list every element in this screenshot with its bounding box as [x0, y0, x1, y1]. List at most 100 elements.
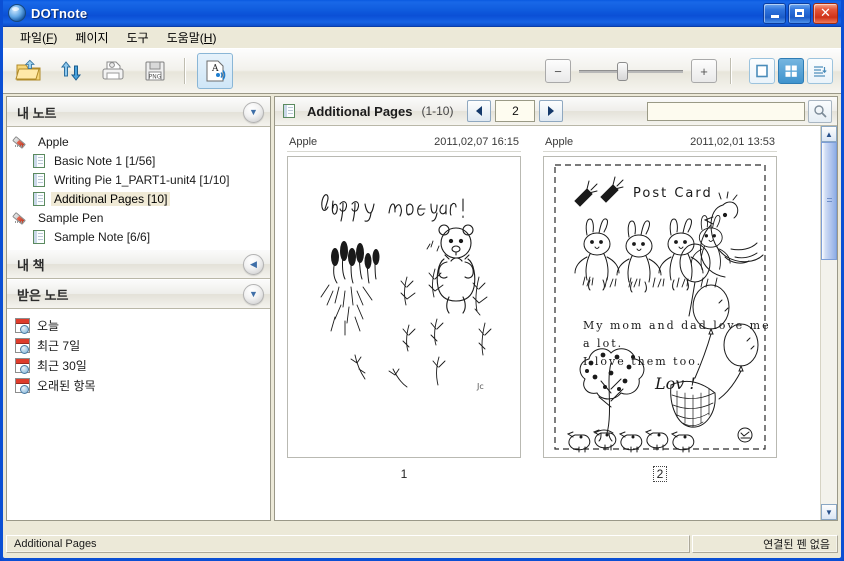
scroll-down-button[interactable]: ▼: [821, 504, 837, 520]
scrollbar-track[interactable]: [821, 142, 837, 504]
content-scrollbar[interactable]: ▲ ▼: [820, 126, 837, 520]
maximize-icon: [795, 9, 804, 17]
zoom-in-button[interactable]: +: [691, 59, 717, 83]
svg-text:Jc: Jc: [476, 382, 484, 391]
date-filter-last-7-days[interactable]: 최근 7일: [7, 335, 270, 355]
happy-new-year-sketch: Jc: [320, 194, 492, 391]
post-card-sketch: Post Card My mom and dad love me a lot. …: [554, 164, 769, 453]
scrollbar-thumb[interactable]: [821, 142, 837, 260]
tree-item-label: Sample Note [6/6]: [54, 229, 151, 244]
toolbar-separator: [184, 58, 186, 84]
note-icon: [283, 104, 295, 118]
tree-item-label: Additional Pages [10]: [51, 191, 171, 206]
calendar-clock-icon: [15, 377, 30, 394]
thumbnail-item[interactable]: Apple 2011,02,07 16:15 Jc 1: [287, 136, 521, 481]
thumbnail-page-preview[interactable]: Jc: [287, 156, 521, 458]
date-filter-today[interactable]: 오늘: [7, 315, 270, 335]
text-recognition-button[interactable]: A: [197, 53, 233, 89]
pen-icon: [15, 135, 30, 149]
prev-page-button[interactable]: [467, 100, 492, 122]
menu-help-label: 도움말(: [166, 31, 204, 45]
menu-help-tail: ): [212, 31, 217, 45]
chevron-down-icon[interactable]: ▼: [243, 283, 264, 305]
thumbnail-owner: Apple: [289, 136, 318, 148]
window-controls: ✕: [763, 2, 838, 24]
note-icon: [33, 153, 45, 168]
close-button[interactable]: ✕: [813, 2, 838, 24]
chevron-left-icon[interactable]: ◀: [243, 253, 264, 275]
sync-button[interactable]: [53, 53, 89, 89]
zoom-slider-track: [579, 69, 683, 73]
sidebar-section-my-notes[interactable]: 내 노트 ▼: [7, 97, 270, 127]
date-filter-label: 오래된 항목: [37, 378, 96, 393]
tree-item-label: Apple: [38, 134, 69, 149]
menu-file-label: 파일(: [20, 31, 47, 45]
status-bar: Additional Pages 연결된 펜 없음: [6, 533, 838, 555]
menu-file[interactable]: 파일(F): [11, 27, 66, 48]
view-single-button[interactable]: [749, 58, 775, 84]
page-title: Additional Pages: [307, 103, 413, 119]
zoom-slider-thumb[interactable]: [617, 62, 628, 81]
window-title: DOTnote: [31, 5, 88, 21]
sidebar-section-received-notes-title: 받은 노트: [17, 287, 69, 303]
application-window: DOTnote ✕ 파일(F) 페이지 도구 도움말(H) PNG A − + …: [0, 0, 844, 561]
menu-tools[interactable]: 도구: [118, 27, 158, 48]
chevron-down-icon[interactable]: ▼: [243, 101, 264, 123]
maximize-button[interactable]: [788, 2, 811, 24]
sidebar-section-received-notes[interactable]: 받은 노트 ▼: [7, 279, 270, 309]
view-grid-button[interactable]: [778, 58, 804, 84]
date-filter-label: 오늘: [37, 318, 60, 333]
note-icon: [33, 191, 45, 206]
svg-text:A: A: [211, 64, 219, 74]
sidebar: 내 노트 ▼ Apple Basic Note 1 [1/56] Writing…: [6, 96, 271, 521]
thumbnail-page-preview[interactable]: Post Card My mom and dad love me a lot. …: [543, 156, 777, 458]
thumbnails-area: Apple 2011,02,07 16:15 Jc 1 Apple 2011,0…: [275, 126, 837, 520]
svg-text:PNG: PNG: [149, 74, 162, 81]
calendar-clock-icon: [15, 317, 30, 334]
single-page-icon: [756, 64, 768, 78]
tree-item-label: Writing Pie 1_PART1-unit4 [1/10]: [54, 172, 230, 187]
page-range: (1-10): [421, 104, 454, 118]
date-filter-older[interactable]: 오래된 항목: [7, 375, 270, 395]
date-filter-label: 최근 30일: [37, 358, 87, 373]
calendar-clock-icon: [15, 357, 30, 374]
triangle-right-icon: [548, 106, 555, 116]
view-mode-group: [749, 58, 833, 84]
export-png-button[interactable]: PNG: [137, 53, 173, 89]
note-icon: [33, 229, 45, 244]
menu-file-tail: ): [53, 31, 58, 45]
thumbnail-item[interactable]: Apple 2011,02,01 13:53 Post Card My mom …: [543, 136, 777, 482]
toolbar-separator-2: [730, 58, 732, 84]
tree-item-sample-note[interactable]: Sample Note [6/6]: [7, 227, 270, 246]
next-page-button[interactable]: [539, 100, 564, 122]
print-button[interactable]: [95, 53, 131, 89]
menu-bar: 파일(F) 페이지 도구 도움말(H): [3, 27, 841, 48]
zoom-out-button[interactable]: −: [545, 59, 571, 83]
open-folder-button[interactable]: [11, 53, 47, 89]
thumbnail-meta: Apple 2011,02,07 16:15: [287, 136, 521, 152]
view-list-button[interactable]: [807, 58, 833, 84]
page-navigation: 2: [467, 100, 564, 122]
tree-item-pen-apple[interactable]: Apple: [7, 132, 270, 151]
tree-item-basic-note-1[interactable]: Basic Note 1 [1/56]: [7, 151, 270, 170]
note-tree: Apple Basic Note 1 [1/56] Writing Pie 1_…: [7, 127, 270, 249]
page-number-field[interactable]: 2: [495, 100, 536, 122]
search-button[interactable]: [808, 99, 832, 123]
minimize-button[interactable]: [763, 2, 786, 24]
search-icon: [814, 105, 827, 118]
thumbnail-owner: Apple: [545, 136, 574, 148]
tree-item-pen-sample[interactable]: Sample Pen: [7, 208, 270, 227]
tree-item-additional-pages[interactable]: Additional Pages [10]: [7, 189, 270, 208]
menu-help[interactable]: 도움말(H): [158, 27, 226, 48]
scroll-up-button[interactable]: ▲: [821, 126, 837, 142]
toolbar-left-group: PNG A: [11, 53, 233, 89]
sync-arrows-icon: [60, 61, 82, 81]
zoom-slider[interactable]: [579, 60, 683, 82]
search-input[interactable]: [647, 101, 805, 121]
text-wireless-icon: A: [206, 60, 226, 82]
sidebar-section-my-books-title: 내 책: [17, 257, 45, 273]
menu-page[interactable]: 페이지: [66, 27, 117, 48]
sidebar-section-my-books[interactable]: 내 책 ◀: [7, 249, 270, 279]
tree-item-writing-pie[interactable]: Writing Pie 1_PART1-unit4 [1/10]: [7, 170, 270, 189]
date-filter-last-30-days[interactable]: 최근 30일: [7, 355, 270, 375]
